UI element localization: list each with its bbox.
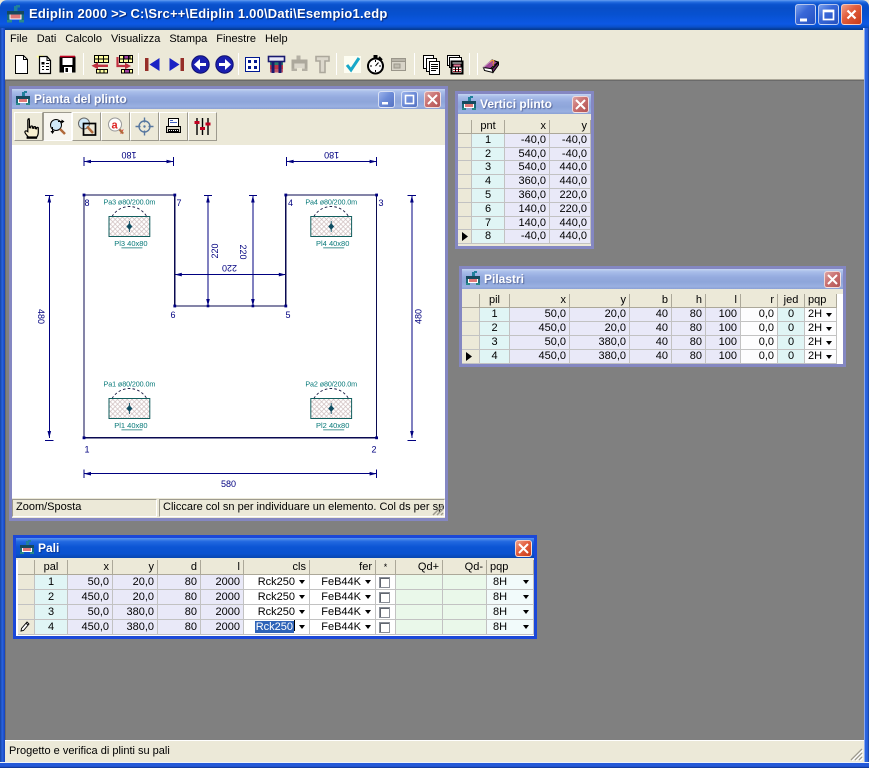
svg-text:4: 4 xyxy=(288,198,293,208)
svg-text:220: 220 xyxy=(222,263,237,273)
svg-text:180: 180 xyxy=(324,150,339,160)
svg-text:6: 6 xyxy=(171,310,176,320)
svg-text:5: 5 xyxy=(286,310,291,320)
svg-text:480: 480 xyxy=(36,309,46,324)
svg-text:Pl3 40x80: Pl3 40x80 xyxy=(114,239,147,248)
svg-text:Pa2 ø80/200.0m: Pa2 ø80/200.0m xyxy=(305,380,357,389)
svg-text:480: 480 xyxy=(414,309,424,324)
svg-text:Pl2 40x80: Pl2 40x80 xyxy=(316,421,349,430)
svg-text:3: 3 xyxy=(379,198,384,208)
svg-text:2: 2 xyxy=(372,445,377,455)
svg-text:180: 180 xyxy=(121,150,136,160)
svg-text:220: 220 xyxy=(238,244,248,259)
svg-text:Pl1 40x80: Pl1 40x80 xyxy=(114,421,147,430)
svg-text:1: 1 xyxy=(85,445,90,455)
svg-text:Pa4 ø80/200.0m: Pa4 ø80/200.0m xyxy=(305,198,357,207)
svg-text:7: 7 xyxy=(177,198,182,208)
svg-text:8: 8 xyxy=(85,198,90,208)
svg-text:Pl4 40x80: Pl4 40x80 xyxy=(316,239,349,248)
svg-text:Pa1 ø80/200.0m: Pa1 ø80/200.0m xyxy=(104,380,156,389)
svg-text:580: 580 xyxy=(221,479,236,489)
svg-text:a: a xyxy=(112,120,119,132)
svg-text:220: 220 xyxy=(210,243,220,258)
svg-text:Pa3 ø80/200.0m: Pa3 ø80/200.0m xyxy=(104,198,156,207)
